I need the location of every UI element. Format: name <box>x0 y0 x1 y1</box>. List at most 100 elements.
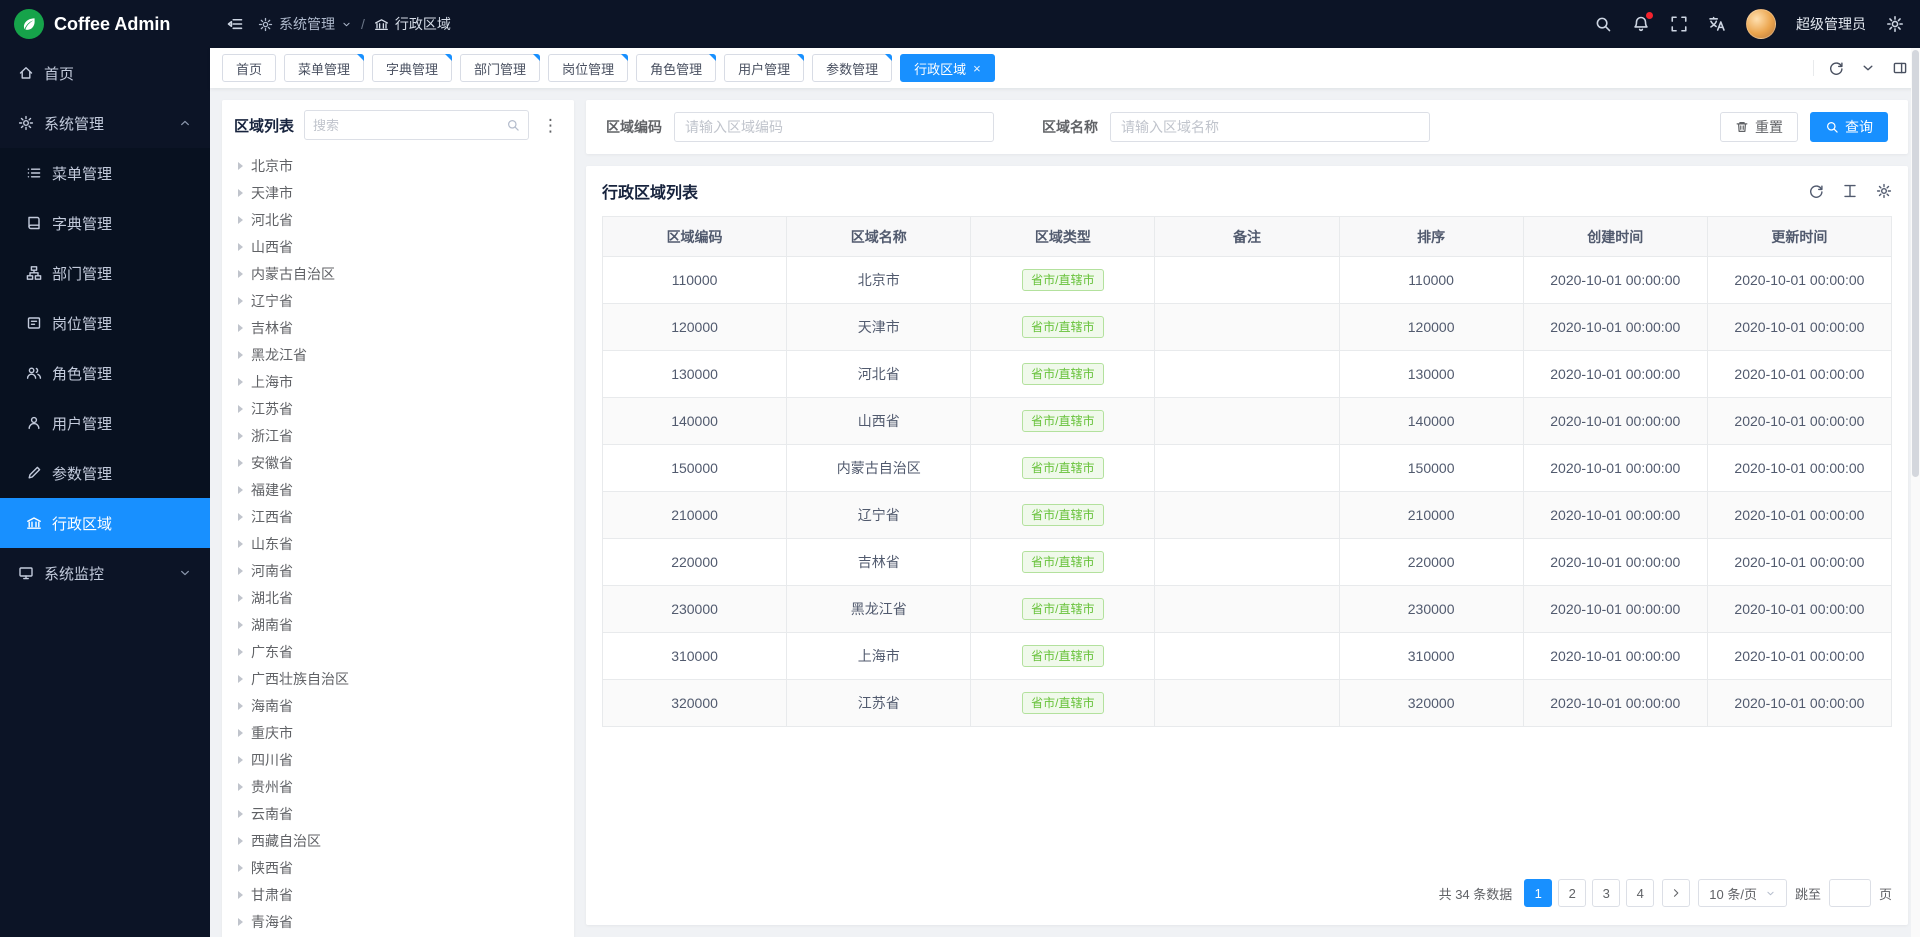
row-height-icon[interactable] <box>1842 183 1858 199</box>
page-button[interactable]: 1 <box>1524 879 1552 907</box>
more-options-icon[interactable]: ⋮ <box>539 117 562 134</box>
reset-button[interactable]: 重置 <box>1720 112 1798 142</box>
tree-item[interactable]: 海南省 <box>230 692 566 719</box>
tree-item[interactable]: 广东省 <box>230 638 566 665</box>
tab-item[interactable]: 字典管理 <box>372 54 452 82</box>
tree-item[interactable]: 湖南省 <box>230 611 566 638</box>
tree-item[interactable]: 河北省 <box>230 206 566 233</box>
scrollbar-thumb[interactable] <box>1912 50 1919 477</box>
table-row[interactable]: 140000山西省省市/直辖市1400002020-10-01 00:00:00… <box>603 398 1892 445</box>
sidebar-item[interactable]: 字典管理 <box>0 198 210 248</box>
region-search-input[interactable] <box>313 118 506 133</box>
tree-item[interactable]: 陕西省 <box>230 854 566 881</box>
fullscreen-icon[interactable] <box>1670 15 1688 33</box>
tree-item[interactable]: 山西省 <box>230 233 566 260</box>
tab-item[interactable]: 岗位管理 <box>548 54 628 82</box>
tree-item[interactable]: 浙江省 <box>230 422 566 449</box>
tree-item[interactable]: 福建省 <box>230 476 566 503</box>
table-row[interactable]: 150000内蒙古自治区省市/直辖市1500002020-10-01 00:00… <box>603 445 1892 492</box>
page-button[interactable]: 3 <box>1592 879 1620 907</box>
query-button[interactable]: 查询 <box>1810 112 1888 142</box>
tree-item[interactable]: 河南省 <box>230 557 566 584</box>
table-row[interactable]: 210000辽宁省省市/直辖市2100002020-10-01 00:00:00… <box>603 492 1892 539</box>
sidebar-item[interactable]: 参数管理 <box>0 448 210 498</box>
table-row[interactable]: 220000吉林省省市/直辖市2200002020-10-01 00:00:00… <box>603 539 1892 586</box>
tree-item[interactable]: 云南省 <box>230 800 566 827</box>
region-name-input[interactable] <box>1110 112 1430 142</box>
page-size-select[interactable]: 10 条/页 <box>1698 879 1787 907</box>
tree-item[interactable]: 甘肃省 <box>230 881 566 908</box>
avatar[interactable] <box>1746 9 1776 39</box>
tree-item[interactable]: 吉林省 <box>230 314 566 341</box>
settings-gear-icon[interactable] <box>1886 15 1904 33</box>
tab-item[interactable]: 部门管理 <box>460 54 540 82</box>
sidebar-group-system[interactable]: 系统管理 <box>0 98 210 148</box>
chevron-down-icon <box>1765 888 1776 899</box>
translate-icon[interactable] <box>1708 15 1726 33</box>
sidebar-item[interactable]: 行政区域 <box>0 498 210 548</box>
page-button[interactable]: 2 <box>1558 879 1586 907</box>
bank-icon <box>374 17 389 32</box>
tree-item[interactable]: 辽宁省 <box>230 287 566 314</box>
tab-item[interactable]: 首页 <box>222 54 276 82</box>
close-tab-icon[interactable]: × <box>973 62 981 75</box>
search-icon[interactable] <box>506 118 520 132</box>
refresh-icon[interactable] <box>1828 60 1844 76</box>
tree-item[interactable]: 北京市 <box>230 152 566 179</box>
tree-item[interactable]: 上海市 <box>230 368 566 395</box>
tree-item[interactable]: 湖北省 <box>230 584 566 611</box>
tree-item[interactable]: 四川省 <box>230 746 566 773</box>
layout-panel-icon[interactable] <box>1892 60 1908 76</box>
region-code-input[interactable] <box>674 112 994 142</box>
tab-item[interactable]: 参数管理 <box>812 54 892 82</box>
table-row[interactable]: 320000江苏省省市/直辖市3200002020-10-01 00:00:00… <box>603 680 1892 727</box>
column-settings-icon[interactable] <box>1876 183 1892 199</box>
caret-right-icon <box>238 621 243 629</box>
table-row[interactable]: 130000河北省省市/直辖市1300002020-10-01 00:00:00… <box>603 351 1892 398</box>
region-type-badge: 省市/直辖市 <box>1022 363 1103 385</box>
table-row[interactable]: 230000黑龙江省省市/直辖市2300002020-10-01 00:00:0… <box>603 586 1892 633</box>
table-cell: 黑龙江省 <box>787 586 971 633</box>
bell-icon[interactable] <box>1632 15 1650 33</box>
table-row[interactable]: 310000上海市省市/直辖市3100002020-10-01 00:00:00… <box>603 633 1892 680</box>
table-row[interactable]: 120000天津市省市/直辖市1200002020-10-01 00:00:00… <box>603 304 1892 351</box>
sidebar-item[interactable]: 角色管理 <box>0 348 210 398</box>
tab-item[interactable]: 角色管理 <box>636 54 716 82</box>
search-icon[interactable] <box>1594 15 1612 33</box>
username[interactable]: 超级管理员 <box>1796 14 1866 34</box>
jump-page-input[interactable] <box>1829 879 1871 907</box>
sidebar-item[interactable]: 部门管理 <box>0 248 210 298</box>
table-cell: 2020-10-01 00:00:00 <box>1707 257 1891 304</box>
home-icon <box>18 65 34 81</box>
table-row[interactable]: 110000北京市省市/直辖市1100002020-10-01 00:00:00… <box>603 257 1892 304</box>
tree-item[interactable]: 内蒙古自治区 <box>230 260 566 287</box>
tree-item[interactable]: 安徽省 <box>230 449 566 476</box>
tree-item[interactable]: 山东省 <box>230 530 566 557</box>
tab-item[interactable]: 菜单管理 <box>284 54 364 82</box>
sidebar-item[interactable]: 菜单管理 <box>0 148 210 198</box>
tab-item[interactable]: 用户管理 <box>724 54 804 82</box>
sidebar-item[interactable]: 用户管理 <box>0 398 210 448</box>
tree-item[interactable]: 天津市 <box>230 179 566 206</box>
tree-item[interactable]: 江苏省 <box>230 395 566 422</box>
table-cell: 省市/直辖市 <box>971 492 1155 539</box>
table-cell: 2020-10-01 00:00:00 <box>1523 398 1707 445</box>
sidebar-item[interactable]: 岗位管理 <box>0 298 210 348</box>
tab-item[interactable]: 行政区域× <box>900 54 995 82</box>
sidebar-item-home[interactable]: 首页 <box>0 48 210 98</box>
tree-item[interactable]: 重庆市 <box>230 719 566 746</box>
breadcrumb-group[interactable]: 系统管理 <box>258 14 352 34</box>
tree-item[interactable]: 广西壮族自治区 <box>230 665 566 692</box>
next-page-button[interactable] <box>1662 879 1690 907</box>
sidebar-group-monitor[interactable]: 系统监控 <box>0 548 210 598</box>
refresh-icon[interactable] <box>1808 183 1824 199</box>
tree-item[interactable]: 贵州省 <box>230 773 566 800</box>
chevron-down-icon[interactable] <box>1860 60 1876 76</box>
tree-item[interactable]: 黑龙江省 <box>230 341 566 368</box>
app-logo[interactable]: Coffee Admin <box>0 0 210 48</box>
tree-item[interactable]: 江西省 <box>230 503 566 530</box>
tree-item[interactable]: 西藏自治区 <box>230 827 566 854</box>
sidebar-collapse-icon[interactable] <box>226 15 244 33</box>
page-button[interactable]: 4 <box>1626 879 1654 907</box>
tree-item[interactable]: 青海省 <box>230 908 566 935</box>
